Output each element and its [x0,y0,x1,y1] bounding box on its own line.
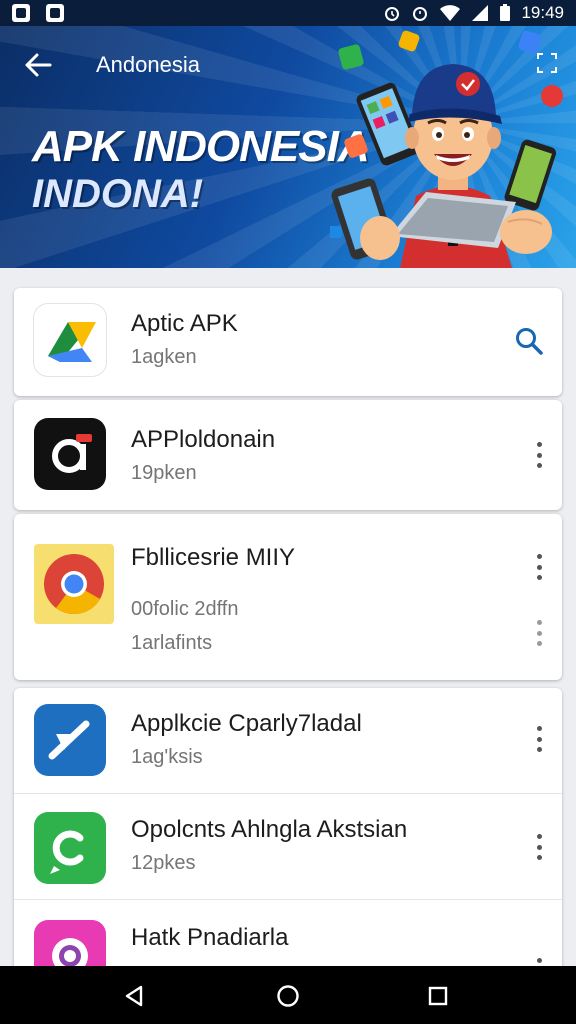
more-vert-icon[interactable] [534,834,544,860]
more-vert-icon[interactable] [534,442,544,468]
alarm-icon [385,7,400,21]
system-nav-bar [0,966,576,1024]
app-name: Opolcnts Ahlngla Akstsian [131,816,408,843]
app-card: Fbllicesrie MIIY 00folic 2dffn 1arlafint… [14,514,562,680]
app-list-card: Applkcie Cparly7ladal 1ag'ksis Opolcnts … [14,688,562,978]
app-title: Andonesia [96,52,200,77]
arrow-app-icon [34,704,106,776]
more-vert-icon[interactable] [534,554,544,580]
app-name: Fbllicesrie MIIY [131,544,296,571]
c-app-icon [34,812,106,884]
app-card: APPloldonain 19pken [14,400,562,510]
list-item[interactable]: Aptic APK 1agken [14,288,562,396]
search-icon[interactable] [514,326,544,356]
more-vert-icon-secondary[interactable] [534,620,544,646]
banner-subheadline: INDONA! [32,172,204,216]
list-item[interactable]: Fbllicesrie MIIY 00folic 2dffn 1arlafint… [14,514,562,680]
a-logo-icon [34,418,106,490]
list-item[interactable]: APPloldonain 19pken [14,400,562,510]
gallery-notification-icon [12,4,30,22]
status-bar: 19:49 [0,0,576,26]
app-name: Aptic APK [131,310,238,337]
app-notification-icon [46,4,64,22]
app-meta: 1ag'ksis [131,746,203,768]
back-arrow-icon[interactable] [22,50,54,80]
header-banner: Andonesia APK INDONESIA INDONA! [0,26,576,268]
app-meta: 19pken [131,462,197,484]
app-name: Applkcie Cparly7ladal [131,710,362,737]
chrome-icon [34,544,114,624]
more-vert-icon[interactable] [534,726,544,752]
alarm-icon-2 [413,7,428,21]
drive-triangle-icon [34,304,106,376]
wifi-icon [440,5,461,21]
list-item[interactable]: Opolcnts Ahlngla Akstsian 12pkes [14,794,562,900]
app-name: APPloldonain [131,426,276,453]
battery-icon [500,4,511,21]
app-meta-secondary: 1arlafints [131,632,213,654]
signal-icon [472,5,489,21]
app-name: Hatk Pnadiarla [131,924,289,951]
nav-back-icon[interactable] [122,984,146,1008]
mascot-illustration [330,30,563,268]
nav-home-icon[interactable] [276,984,300,1008]
app-meta: 00folic 2dffn [131,598,239,620]
nav-recents-icon[interactable] [428,986,448,1006]
app-meta: 1agken [131,346,197,368]
featured-app-card: Aptic APK 1agken [14,288,562,396]
banner-headline: APK INDONESIA [32,122,370,171]
status-time: 19:49 [521,3,564,22]
list-item[interactable]: Applkcie Cparly7ladal 1ag'ksis [14,688,562,794]
app-meta: 12pkes [131,852,196,874]
